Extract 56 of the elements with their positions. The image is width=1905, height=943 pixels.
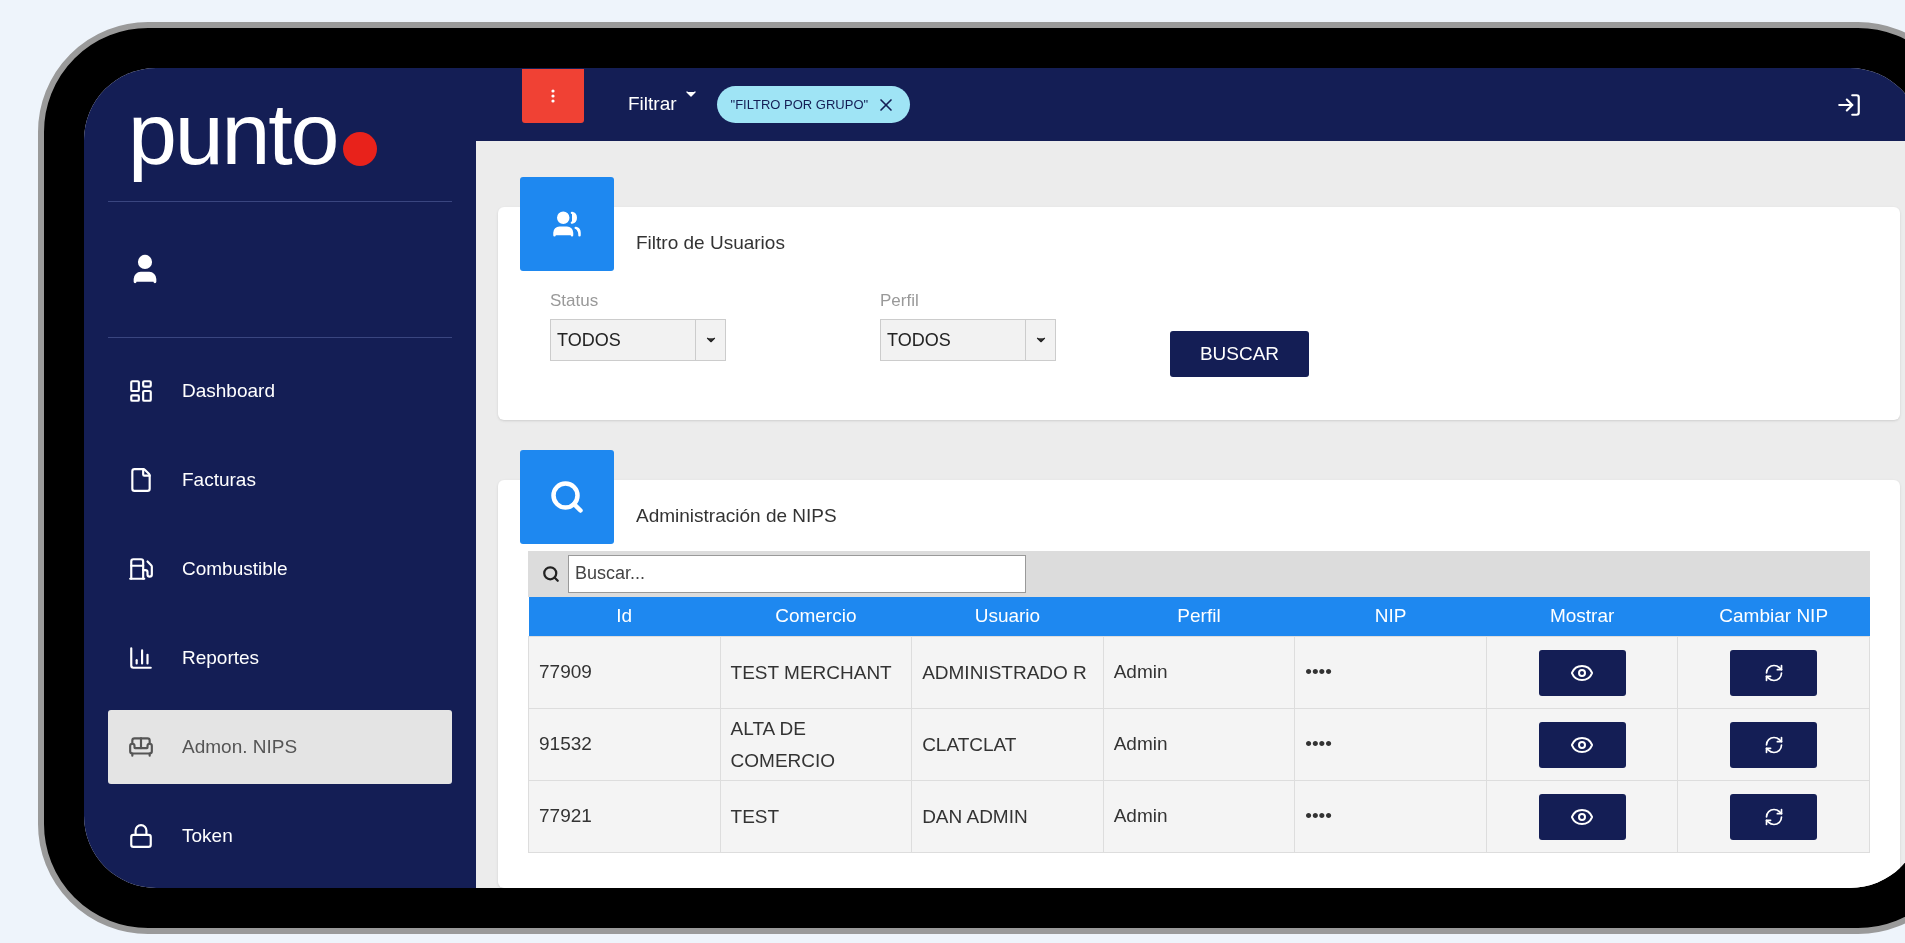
sofa-icon [128, 734, 154, 760]
change-nip-button[interactable] [1730, 649, 1818, 696]
more-icon [551, 88, 555, 103]
search-icon [542, 564, 560, 583]
sidebar-item[interactable]: Facturas [108, 443, 452, 517]
show-button[interactable] [1538, 793, 1626, 840]
column-header: Id [528, 596, 721, 637]
table-cell: DAN ADMIN [911, 780, 1104, 853]
field-label: Status [550, 289, 600, 312]
column-header: NIP [1294, 596, 1487, 637]
fuel-pump-icon [128, 556, 154, 582]
search-button[interactable]: BUSCAR [1170, 331, 1309, 377]
table-cell: •••• [1294, 708, 1487, 781]
document-icon [128, 467, 154, 493]
select-field[interactable]: TODOS [550, 319, 726, 361]
sidebar-item[interactable]: Admon. NIPS [108, 710, 452, 784]
table-cell: ALTA DE COMERCIO [720, 708, 912, 781]
table-cell: Admin [1103, 780, 1295, 853]
select-field[interactable]: TODOS [880, 319, 1056, 361]
table-cell: ADMINISTRADO R [911, 636, 1104, 709]
dashboard-icon [128, 378, 154, 404]
column-header: Comercio [720, 596, 912, 637]
table-cell: •••• [1294, 780, 1487, 853]
card-title: Filtro de Usuarios [636, 231, 786, 255]
change-nip-button[interactable] [1730, 721, 1818, 768]
field-label: Perfil [880, 289, 920, 312]
table-cell: Admin [1103, 636, 1295, 709]
refresh-icon [1763, 734, 1784, 755]
table-cell: TEST MERCHANT [720, 636, 912, 709]
sidebar-item[interactable]: Dashboard [108, 354, 452, 428]
filter-dropdown[interactable]: Filtrar [628, 90, 699, 119]
table-cell: •••• [1294, 636, 1487, 709]
refresh-icon [1763, 662, 1784, 683]
change-nip-button[interactable] [1730, 793, 1818, 840]
table-cell: TEST [720, 780, 912, 853]
sidebar-item[interactable]: Token [108, 799, 452, 873]
column-header: Usuario [911, 596, 1104, 637]
sidebar-item[interactable]: Reportes [108, 621, 452, 695]
table-cell: 77921 [528, 780, 721, 853]
column-header: Mostrar [1486, 596, 1678, 637]
show-button[interactable] [1538, 721, 1626, 768]
search-field[interactable]: Buscar... [568, 554, 1026, 593]
card-title: Administración de NIPS [636, 504, 838, 528]
lock-icon [128, 823, 154, 849]
show-button[interactable] [1538, 649, 1626, 696]
sidebar-item[interactable]: Combustible [108, 532, 452, 606]
filter-chip: "FILTRO POR GRUPO" [716, 86, 911, 123]
bar-chart-icon [128, 645, 154, 671]
column-header: Cambiar NIP [1677, 596, 1870, 637]
column-header: Perfil [1103, 596, 1295, 637]
table-cell: 91532 [528, 708, 721, 781]
table-cell: 77909 [528, 636, 721, 709]
table-cell: CLATCLAT [911, 708, 1104, 781]
logout-icon[interactable] [1836, 91, 1862, 118]
refresh-icon [1763, 806, 1784, 827]
table-cell: Admin [1103, 708, 1295, 781]
